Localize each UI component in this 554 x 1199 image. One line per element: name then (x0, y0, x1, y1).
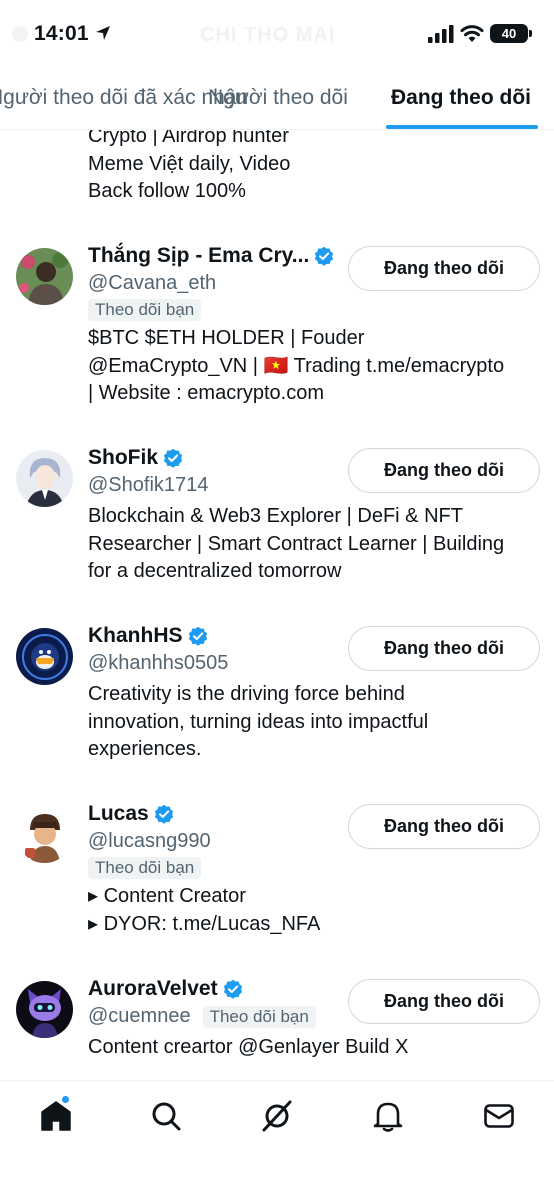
avatar[interactable] (16, 806, 73, 863)
user-bio: Blockchain & Web3 Explorer | DeFi & NFT … (88, 503, 504, 586)
following-button[interactable]: Đang theo dõi (348, 804, 540, 849)
user-bio: Content creartor @Genlayer Build X (88, 1034, 408, 1062)
avatar[interactable] (16, 628, 73, 685)
background-avatar (12, 26, 28, 42)
following-button[interactable]: Đang theo dõi (348, 979, 540, 1024)
avatar-auroravelvet-image (16, 981, 73, 1038)
verified-badge-icon (163, 448, 183, 468)
handle-row: @khanhhs0505 (88, 652, 228, 675)
following-list[interactable]: Crypto | Airdrop hunter Meme Việt daily,… (0, 130, 554, 1080)
bio-line: Crypto | Airdrop hunter (88, 130, 289, 147)
verified-badge-icon (315, 246, 334, 266)
display-name[interactable]: Lucas (88, 802, 149, 826)
avatar[interactable] (16, 450, 73, 507)
follows-you-badge: Theo dõi bạn (88, 857, 202, 879)
verified-badge-icon (223, 979, 242, 999)
user-handle: @khanhhs0505 (88, 652, 229, 674)
following-button[interactable]: Đang theo dõi (348, 448, 540, 493)
user-handle: @Shofik1714 (88, 474, 209, 496)
display-name[interactable]: ShoFik (88, 446, 158, 470)
name-row: KhanhHS (88, 624, 208, 648)
bio-line: Back follow 100% (88, 180, 246, 202)
status-bar: CHI THO MAI 14:01 40 (0, 0, 554, 70)
name-row: Thắng Sịp - Ema Cry... (88, 244, 334, 268)
tab-followers[interactable]: Người theo dõi (208, 86, 348, 110)
display-name[interactable]: Thắng Sịp - Ema Cry... (88, 244, 309, 268)
tab-following[interactable]: Đang theo dõi (391, 86, 531, 110)
avatar-khanhhs-image (16, 628, 73, 685)
display-name[interactable]: AuroraVelvet (88, 977, 218, 1001)
previous-user-bio: Crypto | Airdrop hunter Meme Việt daily,… (88, 130, 290, 206)
bio-line: for a decentralized tomorrow (88, 560, 342, 582)
bio-line: @EmaCrypto_VN | 🇻🇳 Trading t.me/emacrypt… (88, 354, 505, 377)
bio-line: Blockchain & Web3 Explorer | DeFi & NFT (88, 505, 463, 527)
status-time: 14:01 (34, 22, 89, 45)
location-arrow-icon (96, 26, 110, 40)
follows-you-badge: Theo dõi bạn (88, 299, 202, 321)
avatar-shofik-image (16, 450, 73, 507)
user-bio: $BTC $ETH HOLDER | Fouder @EmaCrypto_VN … (88, 325, 504, 408)
bio-line: | Website : emacrypto.com (88, 382, 325, 404)
search-icon[interactable] (149, 1099, 183, 1133)
bio-line: $BTC $ETH HOLDER | Fouder (88, 327, 365, 349)
home-notification-dot (61, 1095, 70, 1104)
name-row: AuroraVelvet (88, 977, 243, 1001)
display-name[interactable]: KhanhHS (88, 624, 183, 648)
following-button[interactable]: Đang theo dõi (348, 626, 540, 671)
verified-badge-icon (188, 626, 207, 646)
avatar[interactable] (16, 248, 73, 305)
follows-you-badge: Theo dõi bạn (202, 1005, 316, 1028)
bio-line: ▸ DYOR: t.me/Lucas_NFA (88, 912, 321, 935)
handle-row: @Shofik1714 (88, 474, 208, 497)
bio-line: Content creartor @Genlayer Build X (88, 1036, 409, 1058)
bio-line: experiences. (88, 738, 202, 760)
user-handle: @cuemnee (88, 1005, 191, 1027)
tab-bar: Người theo dõi đã xác nhận Người theo dõ… (0, 70, 554, 130)
bio-line: innovation, turning ideas into impactful (88, 710, 429, 733)
bio-line: Researcher | Smart Contract Learner | Bu… (88, 532, 505, 555)
verified-badge-icon (154, 804, 173, 824)
battery-indicator: 40 (490, 24, 528, 43)
battery-tip (529, 30, 532, 37)
name-row: ShoFik (88, 446, 183, 470)
grok-icon[interactable] (260, 1099, 294, 1133)
active-tab-indicator (386, 125, 538, 129)
handle-row: @Cavana_eth (88, 272, 216, 295)
wifi-icon (460, 25, 484, 42)
avatar-thang-sip-image (16, 248, 73, 305)
handle-row: @lucasng990 (88, 830, 211, 853)
home-icon[interactable] (39, 1099, 73, 1133)
following-button[interactable]: Đang theo dõi (348, 246, 540, 291)
bottom-navigation (0, 1080, 554, 1199)
user-handle: @lucasng990 (88, 830, 211, 852)
name-row: Lucas (88, 802, 174, 826)
bio-line: Meme Việt daily, Video (88, 152, 291, 175)
bio-line: Creativity is the driving force behind (88, 683, 405, 705)
notifications-icon[interactable] (371, 1099, 405, 1133)
avatar-lucas-image (16, 806, 73, 863)
cellular-signal-icon (428, 25, 454, 43)
bio-line: ▸ Content Creator (88, 885, 246, 907)
background-title: CHI THO MAI (200, 24, 336, 46)
user-bio: Creativity is the driving force behind i… (88, 681, 428, 764)
messages-icon[interactable] (482, 1099, 516, 1133)
user-handle: @Cavana_eth (88, 272, 217, 294)
user-bio: ▸ Content Creator ▸ DYOR: t.me/Lucas_NFA (88, 883, 320, 938)
handle-row: @cuemnee Theo dõi bạn (88, 1005, 316, 1028)
avatar[interactable] (16, 981, 73, 1038)
